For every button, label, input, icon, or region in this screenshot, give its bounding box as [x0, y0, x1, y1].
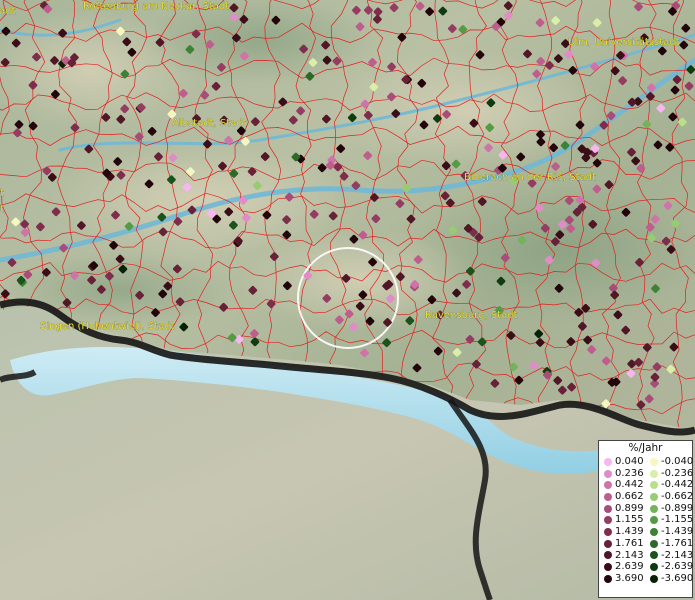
city-label-biberach: Biberach an der Riß, Stadt	[464, 172, 596, 183]
legend-swatch	[650, 492, 658, 501]
legend-swatch	[604, 504, 612, 513]
legend-value: 0.442	[615, 479, 644, 491]
legend-entry-positive: 2.639	[599, 561, 645, 573]
legend-value: -1.761	[661, 537, 694, 549]
legend-value: 0.899	[615, 502, 644, 514]
legend-value: -0.899	[661, 502, 694, 514]
legend-swatch	[604, 469, 612, 478]
legend-value: 1.155	[615, 514, 644, 526]
legend-value: 0.040	[615, 456, 644, 467]
legend-entry-positive: 0.236	[599, 468, 645, 480]
legend-entry-negative: -1.761	[645, 537, 694, 550]
legend-value: -2.143	[661, 549, 694, 561]
legend-value: -1.439	[661, 526, 694, 538]
legend-swatch	[604, 516, 612, 525]
legend-value: 0.662	[615, 491, 644, 503]
legend-entry-negative: -0.236	[645, 467, 694, 480]
legend-swatch	[650, 516, 658, 525]
legend-entry-positive: 0.899	[599, 503, 645, 515]
city-label-albstadt: Albstadt, Stadt	[172, 118, 247, 129]
legend-row: 2.639 -2.639	[599, 561, 694, 573]
city-label-left-edge-2: t	[0, 188, 4, 199]
city-label-left-edge-3: t	[0, 204, 4, 215]
legend-value: -0.040	[661, 456, 694, 467]
legend-swatch	[604, 492, 612, 501]
legend-value: 3.690	[615, 572, 644, 584]
legend-swatch	[650, 469, 658, 478]
legend-swatch	[650, 527, 658, 536]
legend-entry-negative: -3.690	[645, 572, 694, 585]
city-label-left-edge-1: adt	[0, 6, 15, 17]
city-label-ravensburg: Ravensburg, Stadt	[425, 310, 518, 321]
legend-swatch	[604, 551, 612, 560]
legend-entry-negative: -2.143	[645, 549, 694, 562]
legend-row: 0.662 -0.662	[599, 491, 694, 503]
legend-entry-positive: 0.662	[599, 491, 645, 503]
legend-row: 3.690 -3.690	[599, 572, 694, 585]
legend-swatch	[604, 563, 612, 572]
legend-entry-negative: -0.442	[645, 479, 694, 491]
legend-row: 1.439 -1.439	[599, 526, 694, 538]
city-label-singen: Singen (Hohentwiel), Stadt	[40, 321, 175, 332]
legend-swatch	[604, 574, 612, 583]
city-label-rottenburg: Rottenburg am Neckar, Stadt	[83, 1, 229, 12]
legend-row: 1.155 -1.155	[599, 514, 694, 526]
legend-swatch	[604, 457, 612, 466]
legend-entry-negative: -0.899	[645, 502, 694, 515]
legend-swatch	[650, 481, 658, 490]
legend-value: 2.639	[615, 561, 644, 573]
legend-swatch	[604, 527, 612, 536]
legend-entry-positive: 0.442	[599, 479, 645, 491]
legend-entry-positive: 1.761	[599, 538, 645, 550]
legend-value: 0.236	[615, 467, 644, 479]
map-canvas[interactable]: Rottenburg am Neckar, Stadt Ulm, Univers…	[0, 0, 695, 600]
legend-entry-positive: 0.040	[599, 456, 645, 468]
legend-swatch	[604, 539, 612, 548]
legend: %/Jahr 0.040 -0.040 0.236 -0.236 0.442 -…	[598, 440, 693, 598]
legend-entry-positive: 3.690	[599, 573, 645, 585]
legend-value: -2.639	[661, 561, 694, 573]
legend-entry-positive: 1.155	[599, 514, 645, 526]
legend-swatch	[604, 481, 612, 490]
legend-value: -3.690	[661, 572, 694, 584]
legend-value: 1.439	[615, 526, 644, 538]
legend-entry-negative: -1.155	[645, 514, 694, 526]
legend-entry-positive: 1.439	[599, 526, 645, 538]
legend-value: -0.442	[661, 479, 694, 491]
legend-swatch	[650, 539, 658, 548]
legend-swatch	[650, 574, 658, 583]
legend-value: -0.662	[661, 491, 694, 503]
legend-row: 1.761 -1.761	[599, 537, 694, 550]
legend-row: 2.143 -2.143	[599, 549, 694, 562]
legend-swatch	[650, 504, 658, 513]
legend-value: 1.761	[615, 537, 644, 549]
legend-rows: 0.040 -0.040 0.236 -0.236 0.442 -0.442 0…	[599, 456, 694, 585]
legend-swatch	[650, 551, 658, 560]
legend-title: %/Jahr	[628, 442, 663, 454]
legend-entry-negative: -2.639	[645, 561, 694, 573]
legend-entry-negative: -0.040	[645, 456, 694, 468]
legend-entry-negative: -0.662	[645, 491, 694, 503]
legend-row: 0.442 -0.442	[599, 479, 694, 491]
legend-entry-negative: -1.439	[645, 526, 694, 538]
legend-entry-positive: 2.143	[599, 550, 645, 562]
legend-value: 2.143	[615, 549, 644, 561]
legend-value: -0.236	[661, 467, 694, 479]
legend-row: 0.236 -0.236	[599, 467, 694, 480]
legend-row: 0.040 -0.040	[599, 456, 694, 468]
legend-row: 0.899 -0.899	[599, 502, 694, 515]
city-label-ulm: Ulm, Universitätsstadt	[568, 37, 680, 48]
legend-swatch	[650, 457, 658, 466]
legend-swatch	[650, 563, 658, 572]
legend-value: -1.155	[661, 514, 694, 526]
